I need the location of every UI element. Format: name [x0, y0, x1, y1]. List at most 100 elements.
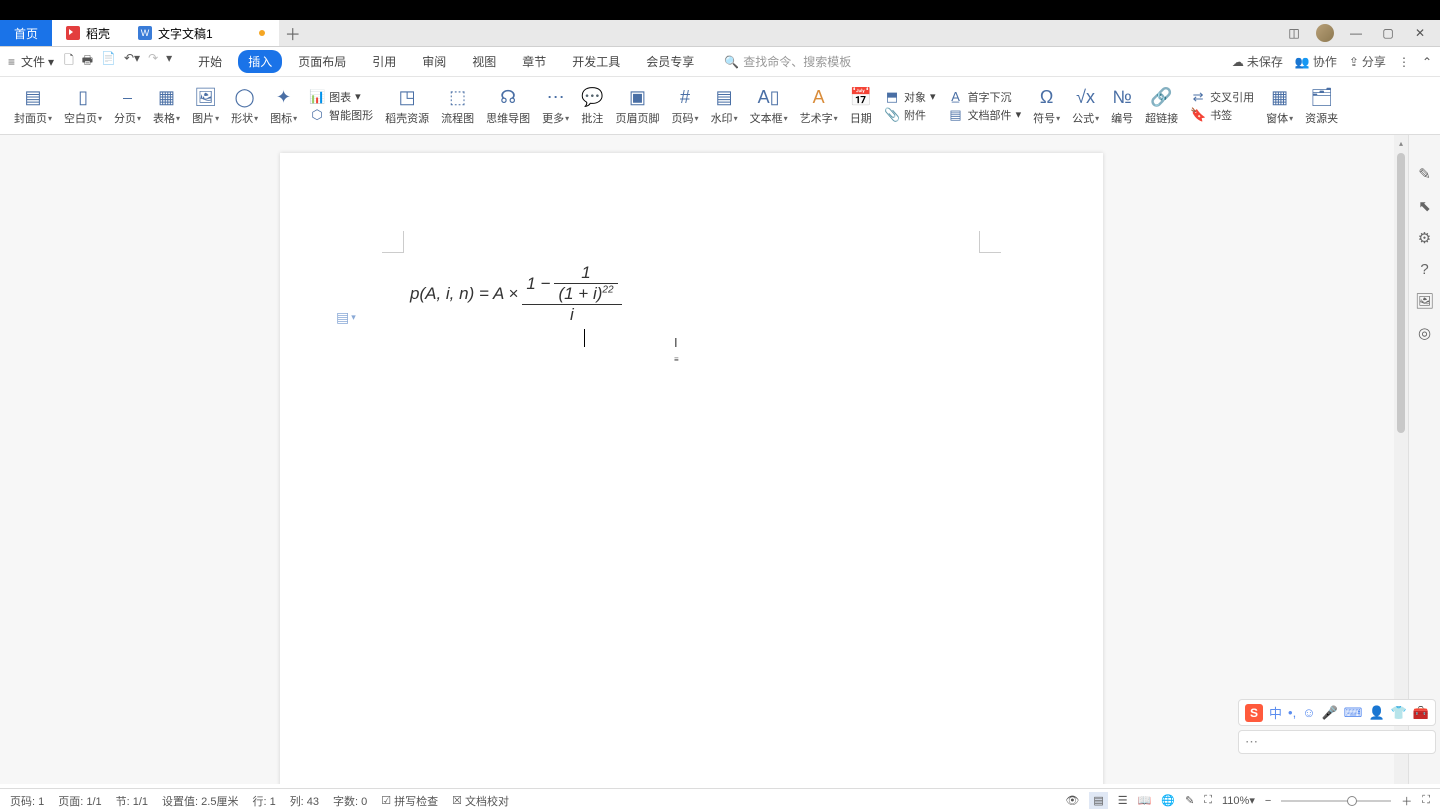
hyperlink-button[interactable]: 🔗超链接 [1139, 83, 1184, 128]
attachment-button[interactable]: 📎附件 [884, 107, 936, 123]
ribbon-tab-start[interactable]: 开始 [188, 50, 232, 73]
crossref-button[interactable]: ⇄交叉引用 [1190, 89, 1254, 105]
paragraph-handle[interactable]: ▤▾ [336, 309, 356, 326]
qat-redo-button[interactable]: ↷ [148, 51, 158, 72]
hamburger-icon[interactable]: ≡ [8, 55, 15, 69]
tab-add-button[interactable]: ＋ [279, 20, 307, 46]
zoom-out-button[interactable]: − [1265, 795, 1271, 807]
cover-page-button[interactable]: ▤封面页▾ [8, 83, 58, 128]
file-menu[interactable]: 文件▾ [21, 53, 54, 70]
docpart-button[interactable]: ▤文档部件▾ [948, 107, 1022, 123]
status-col[interactable]: 列: 43 [290, 793, 319, 809]
comment-button[interactable]: 💬批注 [575, 83, 609, 128]
mindmap-button[interactable]: ☊思维导图 [480, 83, 536, 128]
status-pagecode[interactable]: 页码: 1 [10, 793, 44, 809]
zoom-slider[interactable] [1281, 800, 1391, 802]
sidebar-select-icon[interactable]: ⬉ [1418, 197, 1431, 215]
qat-save-button[interactable]: 🗋 [64, 51, 74, 72]
ime-secondary-row[interactable]: ⋯ [1238, 730, 1436, 754]
view-read-button[interactable]: 📖 [1138, 794, 1152, 807]
equation-button[interactable]: √x公式▾ [1066, 83, 1105, 128]
window-minimize-button[interactable]: — [1346, 23, 1366, 43]
dropcap-button[interactable]: A̲首字下沉 [948, 89, 1022, 105]
ime-keyboard-icon[interactable]: ⌨ [1344, 705, 1363, 721]
zoom-fit-button[interactable]: ⛶ [1204, 794, 1212, 807]
ribbon-tab-member[interactable]: 会员专享 [636, 50, 704, 73]
shape-button[interactable]: ◯形状▾ [225, 83, 264, 128]
bookmark-button[interactable]: 🔖书签 [1190, 107, 1254, 123]
icon-button[interactable]: ✦图标▾ [264, 83, 303, 128]
date-button[interactable]: 📅日期 [844, 83, 878, 128]
collapse-ribbon-button[interactable]: ⌃ [1422, 55, 1432, 69]
ribbon-tab-reference[interactable]: 引用 [362, 50, 406, 73]
picture-button[interactable]: 🖼图片▾ [186, 83, 225, 128]
zoom-in-button[interactable]: ＋ [1401, 793, 1412, 809]
ime-punct-icon[interactable]: •, [1288, 705, 1296, 720]
workspace-icon[interactable]: ◫ [1284, 23, 1304, 43]
pagenum-button[interactable]: #页码▾ [666, 83, 705, 128]
ribbon-tab-layout[interactable]: 页面布局 [288, 50, 356, 73]
pagebreak-button[interactable]: ⎯分页▾ [108, 83, 147, 128]
scroll-up-icon[interactable]: ▴ [1397, 139, 1405, 147]
document-canvas[interactable]: ▤▾ p(A, i, n) = A × 1 − 1 (1 + i)22 i I≡ [0, 135, 1408, 784]
ribbon-tab-review[interactable]: 审阅 [412, 50, 456, 73]
document-page[interactable]: ▤▾ p(A, i, n) = A × 1 − 1 (1 + i)22 i I≡ [280, 153, 1103, 784]
ime-more-icon[interactable]: ⋯ [1245, 734, 1258, 750]
zoom-thumb[interactable] [1347, 796, 1357, 806]
ime-skin-icon[interactable]: 👕 [1391, 705, 1407, 721]
tab-home[interactable]: 首页 [0, 20, 52, 46]
view-outline-button[interactable]: ☰ [1118, 794, 1128, 807]
tab-docer[interactable]: 稻壳 [52, 20, 124, 46]
ime-mic-icon[interactable]: 🎤 [1321, 705, 1337, 721]
view-draft-button[interactable]: ✎ [1185, 794, 1194, 807]
wordart-button[interactable]: A艺术字▾ [794, 83, 844, 128]
unsaved-button[interactable]: ☁未保存 [1232, 53, 1283, 70]
table-button[interactable]: ▦表格▾ [147, 83, 186, 128]
user-avatar[interactable] [1316, 24, 1334, 42]
window-close-button[interactable]: ✕ [1410, 23, 1430, 43]
status-row[interactable]: 行: 1 [252, 793, 275, 809]
sidebar-help-icon[interactable]: ? [1420, 261, 1428, 278]
smartart-button[interactable]: ⬡智能图形 [309, 107, 373, 123]
fullscreen-button[interactable]: ⛶ [1422, 794, 1430, 807]
share-button[interactable]: ⇪分享 [1349, 53, 1386, 70]
status-words[interactable]: 字数: 0 [333, 793, 367, 809]
status-spellcheck[interactable]: ☑拼写检查 [381, 793, 438, 809]
status-section[interactable]: 节: 1/1 [116, 793, 148, 809]
coop-button[interactable]: 👥协作 [1295, 53, 1337, 70]
sidebar-pen-icon[interactable]: ✎ [1418, 165, 1431, 183]
sidebar-settings-icon[interactable]: ⚙ [1418, 229, 1431, 247]
textbox-button[interactable]: A▯文本框▾ [744, 83, 794, 128]
blank-page-button[interactable]: ▯空白页▾ [58, 83, 108, 128]
pane-button[interactable]: ▦窗体▾ [1260, 83, 1299, 128]
ime-toolbox-icon[interactable]: 🧰 [1413, 705, 1429, 721]
scroll-thumb[interactable] [1397, 153, 1405, 433]
zoom-value[interactable]: 110%▾ [1222, 794, 1255, 807]
ribbon-tab-section[interactable]: 章节 [512, 50, 556, 73]
resource-button[interactable]: 🗂资源夹 [1299, 83, 1344, 128]
status-proof[interactable]: ☒文档校对 [452, 793, 509, 809]
flowchart-button[interactable]: ⬚流程图 [435, 83, 480, 128]
symbol-button[interactable]: Ω符号▾ [1027, 83, 1066, 128]
ime-main-row[interactable]: S 中 •, ☺ 🎤 ⌨ 👤 👕 🧰 [1238, 699, 1436, 726]
chart-button[interactable]: 📊图表▾ [309, 89, 373, 105]
ime-user-icon[interactable]: 👤 [1368, 705, 1384, 721]
ribbon-tab-view[interactable]: 视图 [462, 50, 506, 73]
vertical-scrollbar[interactable]: ▴ [1394, 135, 1408, 784]
command-search[interactable]: 🔍 查找命令、搜索模板 [724, 53, 851, 70]
docer-resource-button[interactable]: ◳稻壳资源 [379, 83, 435, 128]
view-web-button[interactable]: 🌐 [1161, 794, 1175, 807]
object-button[interactable]: ⬒对象▾ [884, 89, 936, 105]
sidebar-location-icon[interactable]: ◎ [1418, 324, 1431, 342]
ribbon-tab-devtools[interactable]: 开发工具 [562, 50, 630, 73]
qat-print-button[interactable]: 🖶 [82, 51, 93, 72]
numbering-button[interactable]: №编号 [1105, 83, 1139, 128]
status-page[interactable]: 页面: 1/1 [58, 793, 101, 809]
ribbon-tab-insert[interactable]: 插入 [238, 50, 282, 73]
more-menu-button[interactable]: ⋮ [1398, 55, 1410, 69]
window-maximize-button[interactable]: ▢ [1378, 23, 1398, 43]
status-eye-icon[interactable]: 👁 [1065, 794, 1079, 807]
status-setting[interactable]: 设置值: 2.5厘米 [162, 793, 238, 809]
ime-emoji-icon[interactable]: ☺ [1302, 705, 1315, 720]
watermark-button[interactable]: ▤水印▾ [705, 83, 744, 128]
